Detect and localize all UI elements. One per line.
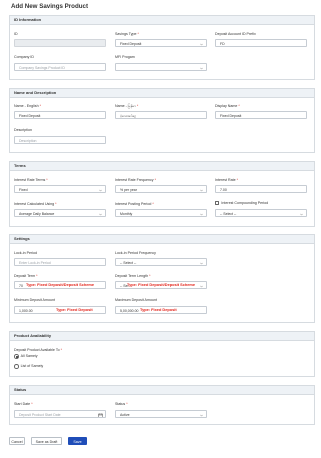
chevron-down-icon [200, 262, 203, 265]
maximum-deposit-annotation: Type: Fixed Deposit [140, 307, 177, 312]
page-title: Add New Savings Product [11, 3, 89, 10]
name-english-label: Name - English * [14, 104, 41, 108]
radio-list-of-sameiy[interactable]: List of Sameiy [14, 364, 43, 369]
section-title: Terms [10, 162, 314, 171]
description-input[interactable]: Description [14, 136, 106, 144]
terms-section: Terms Interest Rate Terms * Fixed Intere… [9, 161, 315, 227]
interest-calculated-select[interactable]: Average Daily Balance [14, 209, 106, 217]
mfi-program-select[interactable] [115, 63, 207, 71]
name-description-section: Name and Description Name - English * Fi… [9, 88, 315, 153]
interest-compounding-select[interactable]: -- Select -- [215, 209, 307, 217]
chevron-down-icon [200, 285, 203, 288]
deposit-term-length-label: Deposit Term Length * [115, 274, 151, 278]
interest-rate-terms-label: Interest Rate Terms * [14, 178, 48, 182]
savings-type-label: Savings Type * [115, 32, 139, 36]
minimum-deposit-annotation: Type: Fixed Deposit [56, 306, 93, 312]
interest-compounding-checkbox[interactable]: Interest Compounding Period [215, 201, 269, 206]
section-title: Settings [10, 235, 314, 244]
section-title: ID Information [10, 16, 314, 25]
checkbox-box[interactable] [215, 201, 220, 206]
section-title: Name and Description [10, 89, 314, 98]
interest-posting-label: Interest Posting Period * [115, 202, 154, 206]
name-myanmar-input[interactable]: ပုံသေအပ်ငွေ [115, 111, 207, 119]
chevron-down-icon [200, 213, 203, 216]
savings-type-select[interactable]: Fixed Deposit [115, 39, 207, 47]
status-select[interactable]: Active [115, 410, 207, 418]
interest-compounding-label: Interest Compounding Period [221, 201, 269, 206]
name-myanmar-label: Name - မြန်မာ * [115, 104, 139, 108]
id-information-section: ID Information ID Savings Type * Fixed D… [9, 15, 315, 80]
save-as-draft-button[interactable]: Save as Draft [31, 437, 62, 445]
company-id-input[interactable]: Company Savings Product ID [14, 63, 106, 71]
company-id-label: Company ID [14, 55, 34, 59]
interest-rate-label: Interest Rate * [215, 178, 238, 182]
chevron-down-icon [200, 414, 203, 417]
lock-in-period-input[interactable]: Enter Lock-in Period [14, 258, 106, 266]
interest-rate-terms-select[interactable]: Fixed [14, 185, 106, 193]
section-title: Product Availability [10, 332, 314, 341]
radio-all-sameiy[interactable]: All Sameiy [14, 354, 38, 359]
section-title: Status [10, 386, 314, 395]
description-label: Description [14, 128, 32, 132]
interest-calculated-label: Interest Calculated Using * [14, 202, 57, 206]
start-date-input[interactable]: Deposit Product Start Date [14, 410, 106, 418]
interest-posting-select[interactable]: Monthly [115, 209, 207, 217]
mfi-program-label: MFI Progam [115, 55, 135, 59]
radio-dot[interactable] [14, 364, 19, 369]
radio-dot[interactable] [14, 354, 19, 359]
chevron-down-icon [200, 67, 203, 70]
interest-rate-frequency-select[interactable]: % per year [115, 185, 207, 193]
deposit-term-length-annotation: Type: Fixed Deposit/Deposit Scheme [127, 282, 196, 287]
settings-section: Settings Lock-in Period Enter Lock-in Pe… [9, 234, 315, 323]
radio-label: All Sameiy [20, 354, 38, 359]
lock-in-period-label: Lock-in Period [14, 251, 37, 255]
prefix-label: Deposit Account ID Prefix [215, 32, 256, 36]
status-label: Status * [115, 402, 128, 406]
start-date-label: Start Date * [14, 402, 33, 406]
chevron-down-icon [200, 43, 203, 46]
chevron-down-icon [99, 213, 102, 216]
maximum-deposit-label: Maximum Deposit Amount [115, 298, 157, 302]
save-button[interactable]: Save [68, 437, 87, 445]
lock-in-frequency-select[interactable]: -- Select -- [115, 258, 207, 266]
prefix-input[interactable]: FD [215, 39, 307, 47]
deposit-term-label: Deposit Term * [14, 274, 38, 278]
interest-rate-frequency-label: Interest Rate Frequency * [115, 178, 156, 182]
chevron-down-icon [300, 213, 303, 216]
interest-rate-input[interactable]: 7.00 [215, 185, 307, 193]
id-label: ID [14, 32, 18, 36]
display-name-label: Display Name * [215, 104, 240, 108]
radio-label: List of Sameiy [20, 364, 44, 369]
lock-in-frequency-label: Lock-in Period Frequency [115, 251, 156, 255]
calendar-icon[interactable] [98, 413, 103, 417]
product-availability-section: Product Availability Deposit Product Ava… [9, 331, 315, 377]
status-section: Status Start Date * Deposit Product Star… [9, 385, 315, 425]
chevron-down-icon [200, 189, 203, 192]
available-to-label: Deposit Product Available To * [14, 348, 63, 352]
id-input [14, 39, 106, 47]
display-name-input[interactable]: Fixed Deposit [215, 111, 307, 119]
cancel-button[interactable]: Cancel [9, 437, 25, 445]
name-english-input[interactable]: Fixed Deposit [14, 111, 106, 119]
deposit-term-annotation: Type: Fixed Deposit/Deposit Scheme [26, 281, 95, 287]
minimum-deposit-label: Minimum Deposit Amount [14, 298, 55, 302]
chevron-down-icon [99, 189, 102, 192]
